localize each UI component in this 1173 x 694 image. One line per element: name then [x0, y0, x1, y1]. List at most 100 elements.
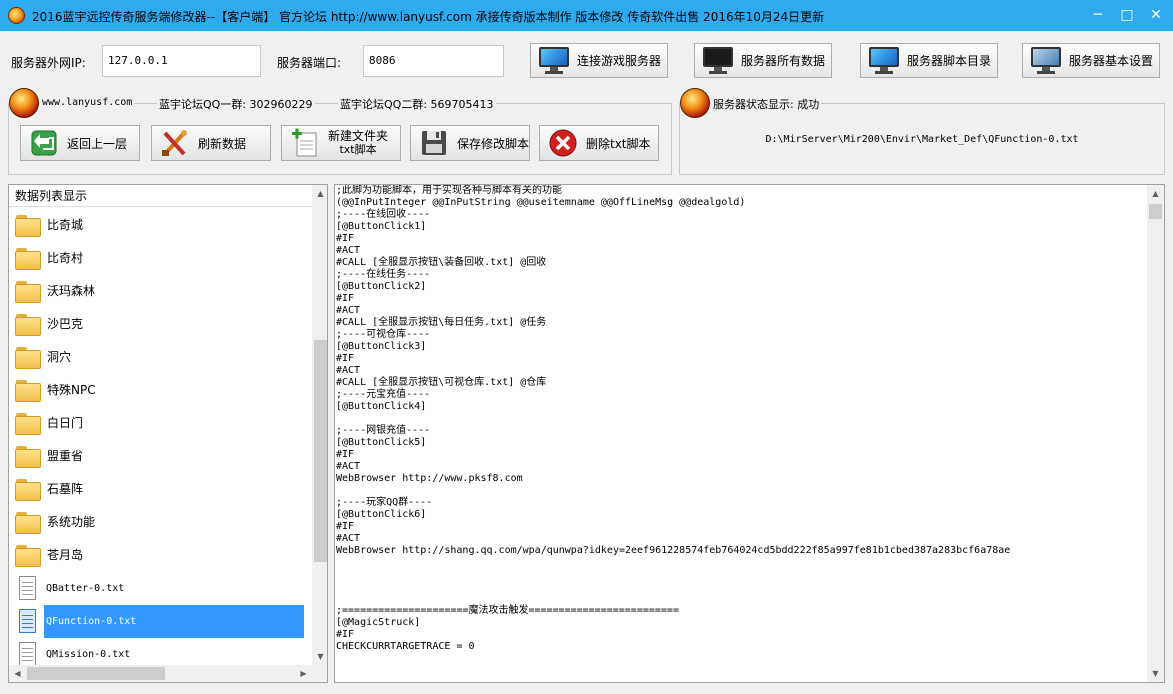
folder-icon [15, 346, 41, 369]
delete-script-label: 删除txt脚本 [586, 136, 651, 151]
tools-icon [160, 128, 190, 158]
editor-scroll-up-arrow-icon[interactable]: ▲ [1147, 185, 1164, 202]
script-line: ;----网银充值---- [336, 425, 431, 436]
scroll-left-arrow-icon[interactable]: ◀ [9, 665, 26, 682]
monitor-icon [701, 46, 735, 75]
scroll-down-arrow-icon[interactable]: ▼ [312, 648, 327, 665]
editor-vertical-scrollbar[interactable]: ▲ ▼ [1147, 185, 1164, 682]
script-line: #ACT [336, 245, 361, 256]
list-item-label: 比奇村 [47, 251, 84, 265]
folder-icon [15, 412, 41, 435]
script-line: ;----玩家QQ群---- [336, 497, 433, 508]
script-line: #IF [336, 629, 355, 640]
script-line: ;=====================魔法攻击触发============… [336, 605, 679, 616]
list-item-folder[interactable]: 沙巴克 [15, 308, 311, 341]
list-item-label: QBatter-0.txt [46, 583, 125, 594]
script-line: WebBrowser http://shang.qq.com/wpa/qunwp… [336, 545, 1011, 556]
script-line: #CALL [全服显示按钮\每日任务.txt] @任务 [336, 317, 547, 328]
script-line: [@ButtonClick6] [336, 509, 427, 520]
list-item-folder[interactable]: 特殊NPC [15, 374, 311, 407]
folder-icon [15, 445, 41, 468]
ip-input[interactable]: 127.0.0.1 [102, 45, 261, 77]
list-item-label: 沃玛森林 [47, 284, 96, 298]
script-directory-button[interactable]: 服务器脚本目录 [860, 43, 998, 78]
script-line: #IF [336, 353, 355, 364]
list-item-folder[interactable]: 系统功能 [15, 506, 311, 539]
script-line: [@ButtonClick5] [336, 437, 427, 448]
basic-settings-button[interactable]: 服务器基本设置 [1022, 43, 1160, 78]
script-text[interactable]: ;此脚为功能脚本，用于实现各种与脚本有关的功能 (@@InPutInteger @… [336, 185, 1146, 682]
connect-server-button[interactable]: 连接游戏服务器 [530, 43, 668, 78]
script-editor[interactable]: ;此脚为功能脚本，用于实现各种与脚本有关的功能 (@@InPutInteger @… [334, 184, 1165, 683]
save-script-button[interactable]: 保存修改脚本 [410, 125, 530, 161]
all-data-label: 服务器所有数据 [741, 54, 826, 68]
script-line: (@@InPutInteger @@InPutString @@useitemn… [336, 197, 746, 208]
basic-settings-label: 服务器基本设置 [1069, 54, 1154, 68]
list-item-label: QFunction-0.txt [44, 605, 304, 638]
new-document-icon [290, 128, 320, 158]
folder-icon [15, 247, 41, 270]
save-disk-icon [419, 128, 449, 158]
list-horizontal-scrollbar[interactable]: ◀ ▶ [9, 665, 312, 682]
script-line: ;----在线任务---- [336, 269, 431, 280]
folder-icon [15, 544, 41, 567]
list-item-folder[interactable]: 盟重省 [15, 440, 311, 473]
script-line: #ACT [336, 305, 361, 316]
editor-scroll-down-arrow-icon[interactable]: ▼ [1147, 665, 1164, 682]
app-icon [8, 7, 25, 24]
text-file-icon [17, 608, 39, 635]
list-item-folder[interactable]: 洞穴 [15, 341, 311, 374]
script-line [336, 485, 1146, 497]
list-hscroll-thumb[interactable] [27, 667, 165, 680]
folder-icon [15, 214, 41, 237]
script-line: ;----可视仓库---- [336, 329, 431, 340]
list-scroll-thumb[interactable] [314, 340, 327, 562]
script-line: ;----在线回收---- [336, 209, 431, 220]
port-input[interactable]: 8086 [363, 45, 504, 77]
delete-x-icon [548, 128, 578, 158]
script-line: #IF [336, 233, 355, 244]
monitor-icon [1029, 46, 1063, 75]
scroll-right-arrow-icon[interactable]: ▶ [295, 665, 312, 682]
list-item-folder[interactable]: 比奇村 [15, 242, 311, 275]
list-item-folder[interactable]: 白日门 [15, 407, 311, 440]
list-item-label: 盟重省 [47, 449, 84, 463]
data-list-header: 数据列表显示 [9, 185, 312, 207]
list-item-file[interactable]: QBatter-0.txt [15, 572, 311, 605]
list-vertical-scrollbar[interactable]: ▲ ▼ [312, 185, 327, 665]
back-button[interactable]: 返回上一层 [20, 125, 140, 161]
back-arrow-icon [29, 128, 59, 158]
script-line: #IF [336, 521, 355, 532]
list-item-file[interactable]: QFunction-0.txt [15, 605, 311, 638]
text-file-icon [17, 575, 39, 602]
script-line: ;----元宝充值---- [336, 389, 431, 400]
scroll-up-arrow-icon[interactable]: ▲ [312, 185, 327, 202]
maximize-button[interactable]: □ [1112, 0, 1142, 31]
list-item-folder[interactable]: 比奇城 [15, 209, 311, 242]
port-label: 服务器端口: [277, 56, 342, 70]
list-item-label: 白日门 [47, 416, 84, 430]
script-line: [@MagicStruck] [336, 617, 421, 628]
refresh-button[interactable]: 刷新数据 [151, 125, 271, 161]
close-button[interactable]: ✕ [1141, 0, 1171, 31]
script-line: #CALL [全服显示按钮\装备回收.txt] @回收 [336, 257, 547, 268]
script-line: #ACT [336, 461, 361, 472]
new-file-button[interactable]: 新建文件夹 txt脚本 [281, 125, 401, 161]
script-line [336, 581, 1146, 593]
script-line: #ACT [336, 533, 361, 544]
all-data-button[interactable]: 服务器所有数据 [694, 43, 832, 78]
list-item-folder[interactable]: 沃玛森林 [15, 275, 311, 308]
connect-server-label: 连接游戏服务器 [577, 54, 662, 68]
server-status-label: 服务器状态显示: 成功 [711, 96, 822, 112]
folder-icon [15, 313, 41, 336]
list-item-folder[interactable]: 石墓阵 [15, 473, 311, 506]
list-item-folder[interactable]: 苍月岛 [15, 539, 311, 572]
minimize-button[interactable]: ─ [1083, 0, 1113, 31]
script-line: #IF [336, 449, 355, 460]
new-file-label-line1: 新建文件夹 [328, 129, 389, 143]
script-line: #CALL [全服显示按钮\可视仓库.txt] @仓库 [336, 377, 547, 388]
new-file-label-line2: txt脚本 [339, 143, 377, 156]
delete-script-button[interactable]: 删除txt脚本 [539, 125, 659, 161]
data-list-panel: 数据列表显示 比奇城比奇村沃玛森林沙巴克 洞穴 特殊NPC 白日门盟重省石墓阵 系统功能… [8, 184, 328, 683]
editor-scroll-thumb[interactable] [1149, 204, 1162, 219]
